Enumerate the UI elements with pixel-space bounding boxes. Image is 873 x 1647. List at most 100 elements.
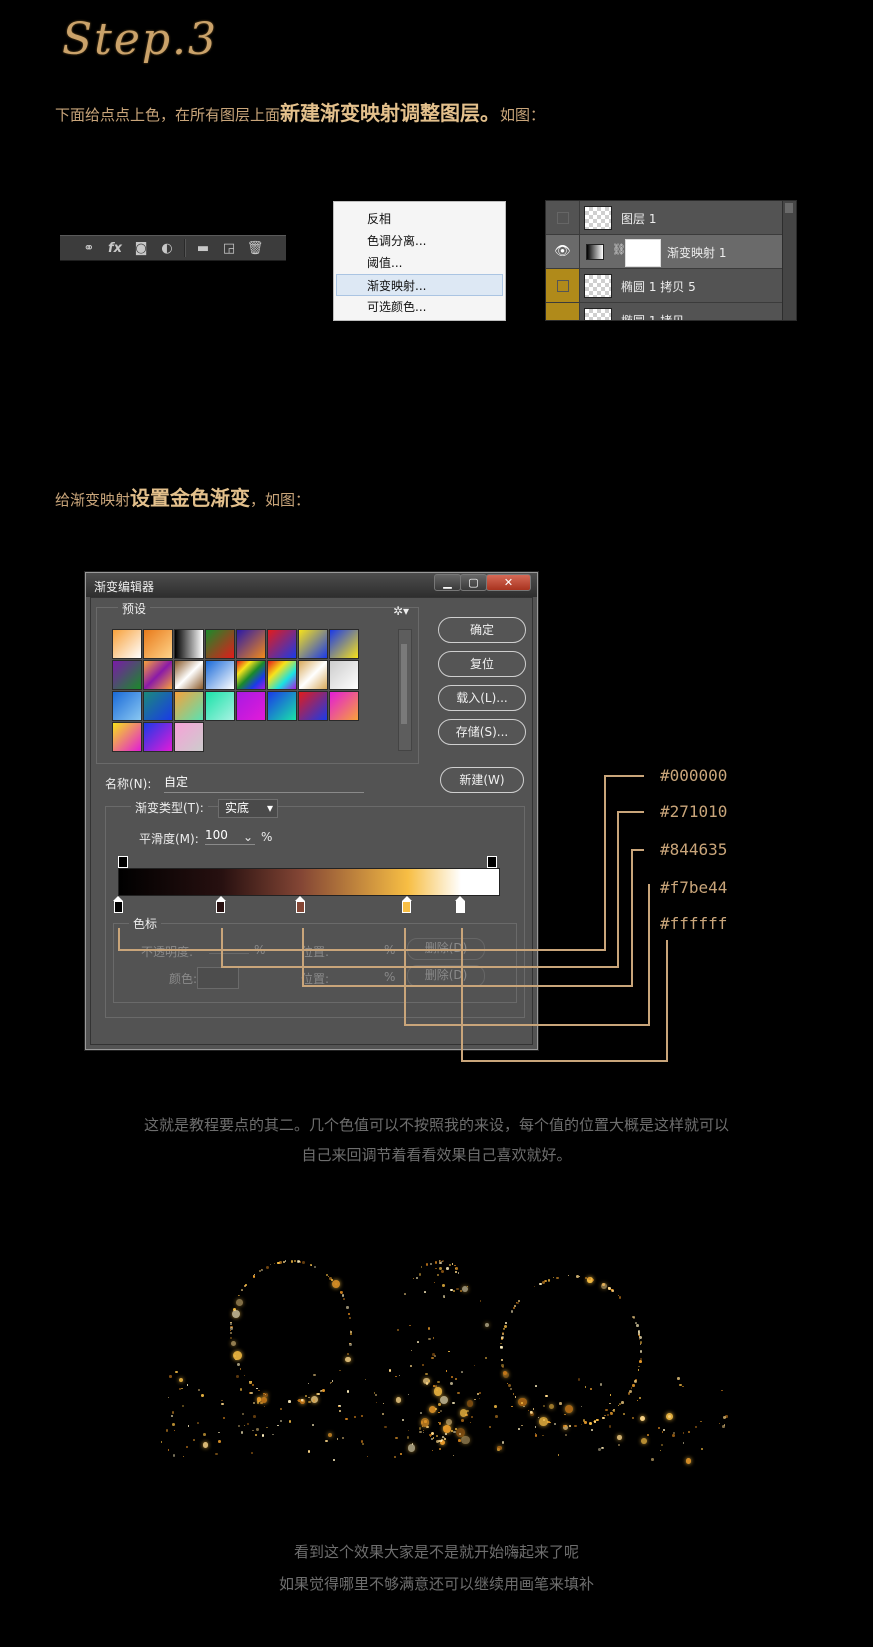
preset-swatch[interactable] bbox=[329, 691, 359, 721]
sparkle-particle bbox=[336, 1438, 339, 1440]
opacity-stop-left[interactable] bbox=[118, 856, 128, 868]
color-stop[interactable] bbox=[216, 901, 226, 913]
visibility-toggle[interactable] bbox=[546, 201, 580, 234]
menu-item-invert[interactable]: 反相 bbox=[334, 208, 505, 230]
preset-swatch[interactable] bbox=[267, 691, 297, 721]
sparkle-particle bbox=[459, 1290, 462, 1293]
preset-swatch[interactable] bbox=[236, 660, 266, 690]
preset-swatch[interactable] bbox=[174, 660, 204, 690]
visibility-toggle[interactable]: 👁 bbox=[546, 235, 580, 268]
preset-swatch[interactable] bbox=[143, 691, 173, 721]
sparkle-particle bbox=[236, 1299, 243, 1307]
presets-scrollbar[interactable] bbox=[398, 629, 412, 751]
preset-swatch[interactable] bbox=[205, 629, 235, 659]
link-icon[interactable]: ⚭ bbox=[80, 239, 98, 257]
menu-item-gradient-map[interactable]: 渐变映射... bbox=[336, 274, 503, 296]
ok-button[interactable]: 确定 bbox=[438, 617, 526, 643]
fx-icon[interactable]: fx bbox=[106, 239, 124, 257]
mask-icon[interactable]: ◙ bbox=[132, 239, 150, 257]
preset-swatch[interactable] bbox=[205, 660, 235, 690]
layer-row-selected[interactable]: 👁 ⛓ 渐变映射 1 bbox=[546, 235, 784, 269]
instruction-1-suffix: 如图： bbox=[500, 106, 546, 124]
layers-scrollbar[interactable] bbox=[782, 201, 796, 320]
new-layer-icon[interactable]: ◲ bbox=[220, 239, 238, 257]
trash-icon[interactable]: 🗑 bbox=[246, 239, 264, 257]
chevron-down-icon[interactable]: ⌄ bbox=[243, 830, 253, 844]
sparkle-particle bbox=[605, 1408, 608, 1411]
sparkle-particle bbox=[510, 1309, 514, 1313]
preset-swatch[interactable] bbox=[205, 691, 235, 721]
sparkle-particle bbox=[596, 1419, 598, 1421]
preset-swatch[interactable] bbox=[143, 660, 173, 690]
sparkle-particle bbox=[532, 1408, 535, 1410]
adjustment-icon[interactable]: ◐ bbox=[158, 239, 176, 257]
preset-swatch[interactable] bbox=[329, 629, 359, 659]
color-stop[interactable] bbox=[113, 901, 123, 913]
preset-swatch[interactable] bbox=[174, 722, 204, 752]
gradient-type-select[interactable]: 实底 ▾ bbox=[218, 799, 278, 818]
opacity-input[interactable] bbox=[209, 953, 249, 954]
preset-swatch[interactable] bbox=[112, 722, 142, 752]
preset-swatch[interactable] bbox=[112, 660, 142, 690]
new-button[interactable]: 新建(W) bbox=[440, 767, 524, 793]
preset-swatch[interactable] bbox=[298, 629, 328, 659]
sparkle-particle bbox=[662, 1431, 664, 1433]
sparkle-particle bbox=[584, 1385, 587, 1388]
maximize-button[interactable]: ▢ bbox=[460, 574, 487, 591]
preset-swatch[interactable] bbox=[267, 629, 297, 659]
gradient-preview-bar[interactable] bbox=[118, 868, 500, 896]
load-button[interactable]: 载入(L)... bbox=[438, 685, 526, 711]
sparkle-particle bbox=[222, 1416, 225, 1419]
dialog-titlebar[interactable]: 渐变编辑器 ▁ ▢ ✕ bbox=[86, 573, 537, 597]
sparkle-particle bbox=[241, 1412, 245, 1416]
folder-icon[interactable]: ▬ bbox=[194, 239, 212, 257]
preset-swatch[interactable] bbox=[298, 691, 328, 721]
gear-icon[interactable]: ✲▾ bbox=[393, 604, 409, 618]
opacity-stop-right[interactable] bbox=[487, 856, 497, 868]
sparkle-particle bbox=[345, 1356, 351, 1363]
layer-row[interactable]: 图层 1 bbox=[546, 201, 784, 235]
sparkle-particle bbox=[394, 1436, 398, 1440]
color-stop[interactable] bbox=[402, 901, 412, 913]
preset-swatch[interactable] bbox=[112, 691, 142, 721]
preset-swatch[interactable] bbox=[174, 691, 204, 721]
visibility-toggle[interactable] bbox=[546, 303, 580, 320]
visibility-toggle[interactable] bbox=[546, 269, 580, 302]
instruction-1: 下面给点点上色，在所有图层上面新建渐变映射调整图层。如图： bbox=[55, 97, 545, 126]
scroll-up-arrow[interactable] bbox=[785, 203, 793, 213]
menu-item-threshold[interactable]: 阈值... bbox=[334, 252, 505, 274]
color-stops-track[interactable] bbox=[113, 896, 498, 913]
minimize-button[interactable]: ▁ bbox=[434, 574, 461, 591]
sparkle-particle bbox=[345, 1417, 348, 1421]
name-input[interactable]: 自定 bbox=[164, 773, 364, 793]
mask-thumbnail[interactable] bbox=[625, 239, 661, 267]
layer-row[interactable]: 椭圆 1 拷贝 5 bbox=[546, 269, 784, 303]
close-button[interactable]: ✕ bbox=[486, 574, 531, 591]
preset-swatch[interactable] bbox=[236, 629, 266, 659]
preset-swatch[interactable] bbox=[298, 660, 328, 690]
preset-swatch[interactable] bbox=[143, 722, 173, 752]
sparkle-particle bbox=[240, 1431, 244, 1434]
layer-row[interactable]: 椭圆 1 拷贝 bbox=[546, 303, 784, 320]
sparkle-particle bbox=[509, 1388, 512, 1390]
preset-swatch[interactable] bbox=[174, 629, 204, 659]
preset-swatch[interactable] bbox=[143, 629, 173, 659]
preset-swatch[interactable] bbox=[329, 660, 359, 690]
opacity-location-label: 位置: bbox=[301, 945, 330, 959]
sparkle-particle bbox=[460, 1419, 464, 1423]
preset-swatch[interactable] bbox=[112, 629, 142, 659]
menu-item-selective-color[interactable]: 可选颜色... bbox=[334, 296, 505, 318]
save-button[interactable]: 存储(S)... bbox=[438, 719, 526, 745]
color-swatch[interactable] bbox=[197, 967, 239, 989]
color-stop[interactable] bbox=[295, 901, 305, 913]
menu-item-posterize[interactable]: 色调分离... bbox=[334, 230, 505, 252]
sparkle-particle bbox=[718, 1422, 721, 1424]
reset-button[interactable]: 复位 bbox=[438, 651, 526, 677]
sparkle-particle bbox=[431, 1449, 434, 1452]
preset-swatch[interactable] bbox=[267, 660, 297, 690]
connector-line bbox=[666, 940, 668, 1062]
scroll-thumb[interactable] bbox=[401, 644, 407, 724]
preset-swatch[interactable] bbox=[236, 691, 266, 721]
color-stop[interactable] bbox=[455, 901, 465, 913]
delete-color-stop-button[interactable]: 删除(D) bbox=[407, 965, 485, 987]
